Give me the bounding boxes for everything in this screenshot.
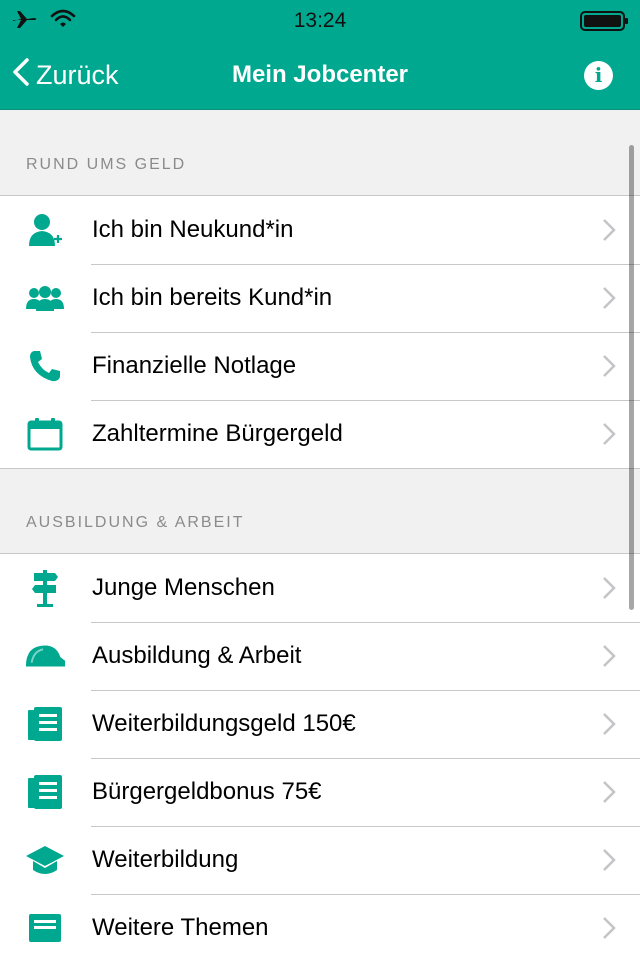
chevron-right-icon bbox=[602, 848, 616, 877]
list-item-label: Ich bin Neukund*in bbox=[92, 216, 294, 243]
list-item-neukunde[interactable]: Ich bin Neukund*in bbox=[0, 196, 640, 264]
list-item-label: Finanzielle Notlage bbox=[92, 352, 297, 379]
battery-icon bbox=[580, 10, 630, 37]
list-item-label: Weiterbildung bbox=[92, 846, 239, 873]
calendar-icon bbox=[24, 416, 66, 452]
tray-icon bbox=[24, 910, 66, 946]
chevron-right-icon bbox=[602, 218, 616, 247]
chevron-right-icon bbox=[602, 576, 616, 605]
phone-icon bbox=[24, 348, 66, 384]
document-list-icon bbox=[24, 706, 66, 742]
section-group-ausbildung: Junge Menschen Ausbildung & Arbeit Weite… bbox=[0, 553, 640, 960]
list-item-weiterbildungsgeld[interactable]: Weiterbildungsgeld 150€ bbox=[0, 690, 640, 758]
list-item-notlage[interactable]: Finanzielle Notlage bbox=[0, 332, 640, 400]
chevron-right-icon bbox=[602, 780, 616, 809]
status-bar: 13:24 bbox=[0, 0, 640, 40]
person-add-icon bbox=[24, 212, 66, 248]
list-item-ausbildung-arbeit[interactable]: Ausbildung & Arbeit bbox=[0, 622, 640, 690]
list-item-label: Ausbildung & Arbeit bbox=[92, 642, 302, 669]
section-header-ausbildung: AUSBILDUNG & ARBEIT bbox=[0, 469, 640, 553]
back-button-label: Zurück bbox=[36, 59, 119, 90]
list-item-junge-menschen[interactable]: Junge Menschen bbox=[0, 554, 640, 622]
back-button[interactable]: Zurück bbox=[12, 57, 119, 93]
people-group-icon bbox=[24, 280, 66, 316]
section-header-label: AUSBILDUNG & ARBEIT bbox=[26, 514, 245, 531]
scrollbar[interactable] bbox=[629, 145, 634, 610]
list-item-bestandskunde[interactable]: Ich bin bereits Kund*in bbox=[0, 264, 640, 332]
navigation-bar: Zurück Mein Jobcenter i bbox=[0, 40, 640, 110]
list-item-zahltermine[interactable]: Zahltermine Bürgergeld bbox=[0, 400, 640, 468]
info-icon: i bbox=[594, 63, 603, 87]
menu-list[interactable]: RUND UMS GELD Ich bin Neukund*in Ich bin… bbox=[0, 111, 640, 960]
info-button[interactable]: i bbox=[584, 61, 613, 90]
list-item-label: Zahltermine Bürgergeld bbox=[92, 420, 343, 447]
chevron-left-icon bbox=[12, 57, 36, 94]
section-header-geld: RUND UMS GELD bbox=[0, 111, 640, 195]
chevron-right-icon bbox=[602, 916, 616, 945]
section-group-geld: Ich bin Neukund*in Ich bin bereits Kund*… bbox=[0, 195, 640, 469]
list-item-weitere-themen[interactable]: Weitere Themen bbox=[0, 894, 640, 960]
list-item-buergergeldbonus[interactable]: Bürgergeldbonus 75€ bbox=[0, 758, 640, 826]
chevron-right-icon bbox=[602, 422, 616, 451]
document-list-icon bbox=[24, 774, 66, 810]
chevron-right-icon bbox=[602, 286, 616, 315]
list-item-weiterbildung[interactable]: Weiterbildung bbox=[0, 826, 640, 894]
signpost-icon bbox=[24, 570, 66, 607]
chevron-right-icon bbox=[602, 354, 616, 383]
chevron-right-icon bbox=[602, 644, 616, 673]
list-item-label: Weiterbildungsgeld 150€ bbox=[92, 710, 356, 737]
section-header-label: RUND UMS GELD bbox=[26, 156, 187, 173]
list-item-label: Weitere Themen bbox=[92, 914, 269, 941]
graduation-cap-icon bbox=[24, 842, 66, 878]
hard-hat-icon bbox=[24, 638, 66, 674]
list-item-label: Bürgergeldbonus 75€ bbox=[92, 778, 322, 805]
list-item-label: Junge Menschen bbox=[92, 574, 275, 601]
status-time: 13:24 bbox=[293, 9, 347, 32]
chevron-right-icon bbox=[602, 712, 616, 741]
list-item-label: Ich bin bereits Kund*in bbox=[92, 284, 333, 311]
